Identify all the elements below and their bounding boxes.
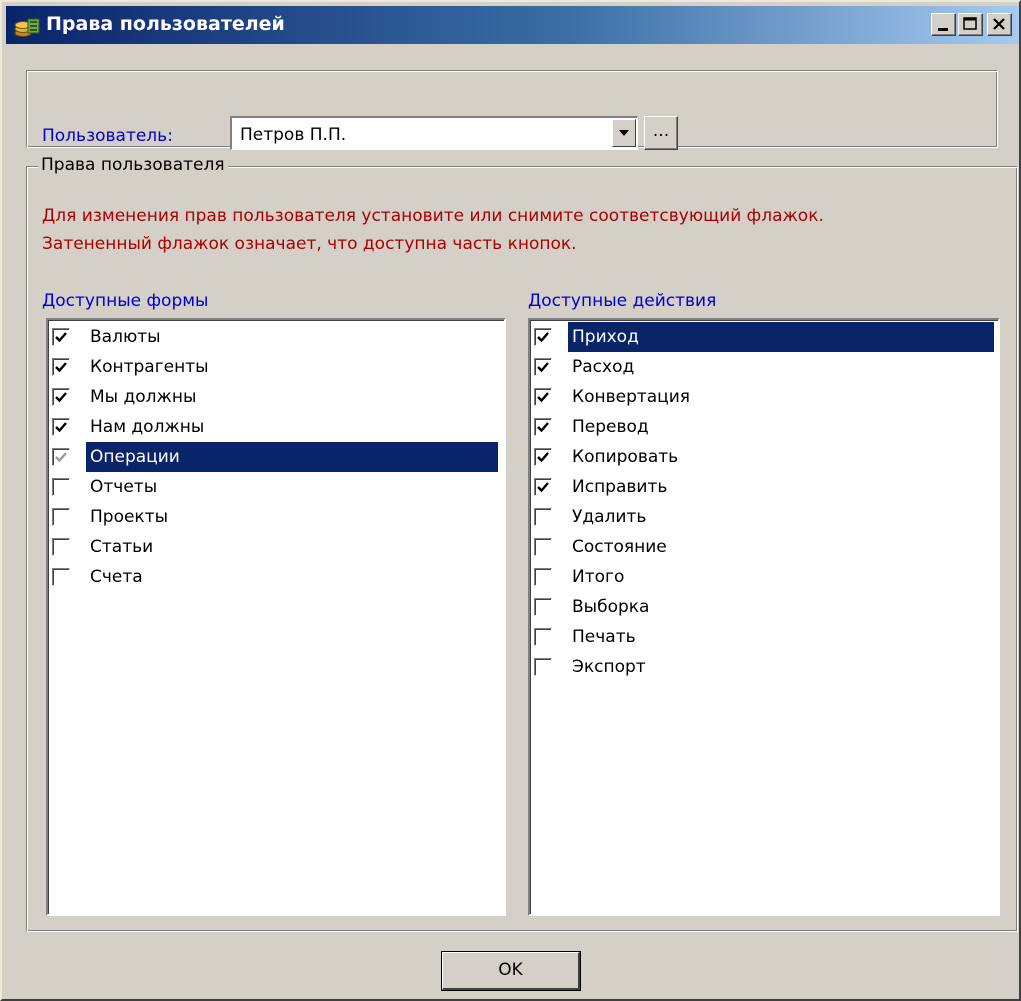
minimize-icon [938,28,948,31]
list-item[interactable]: Мы должны [50,382,502,412]
checkmark-icon [537,332,549,343]
list-item[interactable]: Копировать [532,442,998,472]
list-item-label: Операции [86,442,498,472]
user-label: Пользователь: [42,126,173,146]
list-item-label: Приход [568,322,994,352]
close-button[interactable] [987,13,1012,36]
list-item-label: Копировать [572,447,679,467]
list-item-label: Проекты [90,507,169,527]
actions-checklist[interactable]: Приход Расход Конвертация Перевод Копировать… [528,318,1000,916]
available-forms-label: Доступные формы [42,291,209,311]
list-item-label: Печать [572,627,636,647]
checkbox[interactable] [52,328,70,346]
list-item[interactable]: Приход [532,322,998,352]
maximize-button[interactable] [958,13,983,36]
list-item[interactable]: Итого [532,562,998,592]
checkmark-icon [537,482,549,493]
checkmark-icon [55,362,67,373]
list-item[interactable]: Операции [50,442,502,472]
checkmark-icon [537,422,549,433]
checkbox[interactable] [52,538,70,556]
list-item-label: Выборка [572,597,650,617]
combobox-dropdown-button[interactable] [612,119,636,147]
checkbox[interactable] [534,658,552,676]
user-combobox[interactable]: Петров П.П. [230,116,638,150]
list-item[interactable]: Валюты [50,322,502,352]
checkmark-icon [537,392,549,403]
checkbox[interactable] [534,568,552,586]
checkbox[interactable] [534,388,552,406]
list-item-label: Расход [572,357,635,377]
list-item[interactable]: Экспорт [532,652,998,682]
list-item[interactable]: Нам должны [50,412,502,442]
list-item[interactable]: Отчеты [50,472,502,502]
checkbox[interactable] [52,358,70,376]
list-item-label: Экспорт [572,657,646,677]
list-item-label: Статьи [90,537,154,557]
list-item-label: Удалить [572,507,647,527]
list-item[interactable]: Статьи [50,532,502,562]
user-rights-window: Права пользователей Пользователь: Петров… [0,0,1021,1001]
list-item-label: Конвертация [572,387,691,407]
list-item-label: Итого [572,567,625,587]
checkbox[interactable] [534,418,552,436]
checkmark-icon [55,422,67,433]
list-item[interactable]: Конвертация [532,382,998,412]
checkbox[interactable] [534,358,552,376]
list-item[interactable]: Перевод [532,412,998,442]
list-item[interactable]: Проекты [50,502,502,532]
list-item[interactable]: Контрагенты [50,352,502,382]
list-item-label: Счета [90,567,143,587]
list-item-label: Перевод [572,417,649,437]
checkbox[interactable] [52,478,70,496]
window-title: Права пользователей [46,13,285,35]
list-item-label: Исправить [572,477,668,497]
close-icon [993,18,1005,30]
available-actions-label: Доступные действия [528,291,717,311]
checkbox[interactable] [534,598,552,616]
list-item-label: Состояние [572,537,667,557]
checkbox[interactable] [52,388,70,406]
list-item-label: Контрагенты [90,357,209,377]
minimize-button[interactable] [931,13,956,36]
checkbox[interactable] [534,628,552,646]
checkbox[interactable] [534,448,552,466]
checkbox[interactable] [52,568,70,586]
list-item[interactable]: Удалить [532,502,998,532]
checkbox[interactable] [534,478,552,496]
checkmark-icon [55,392,67,403]
title-bar[interactable]: Права пользователей [6,6,1019,44]
coins-app-icon [14,18,40,37]
rights-group-caption: Права пользователя [38,155,228,175]
instruction-text-line2: Затененный флажок означает, что доступна… [42,234,577,254]
checkbox[interactable] [534,508,552,526]
forms-checklist[interactable]: Валюты Контрагенты Мы должны Нам должны Опер… [46,318,506,916]
list-item-label: Отчеты [90,477,158,497]
checkmark-icon [55,332,67,343]
checkmark-icon [55,452,67,463]
list-item[interactable]: Исправить [532,472,998,502]
checkbox[interactable] [534,538,552,556]
list-item[interactable]: Выборка [532,592,998,622]
list-item[interactable]: Печать [532,622,998,652]
chevron-down-icon [619,130,629,136]
user-combobox-value: Петров П.П. [240,125,347,145]
browse-users-button[interactable]: ... [644,116,678,150]
list-item-label: Валюты [90,327,161,347]
list-item-label: Нам должны [90,417,205,437]
instruction-text-line1: Для изменения прав пользователя установи… [42,206,824,226]
checkmark-icon [537,452,549,463]
checkbox[interactable] [52,418,70,436]
list-item[interactable]: Состояние [532,532,998,562]
maximize-icon [963,17,977,30]
ok-button[interactable]: OK [441,951,581,991]
checkbox[interactable] [52,448,70,466]
list-item[interactable]: Расход [532,352,998,382]
list-item-label: Мы должны [90,387,197,407]
list-item[interactable]: Счета [50,562,502,592]
checkbox[interactable] [52,508,70,526]
checkbox[interactable] [534,328,552,346]
checkmark-icon [537,362,549,373]
